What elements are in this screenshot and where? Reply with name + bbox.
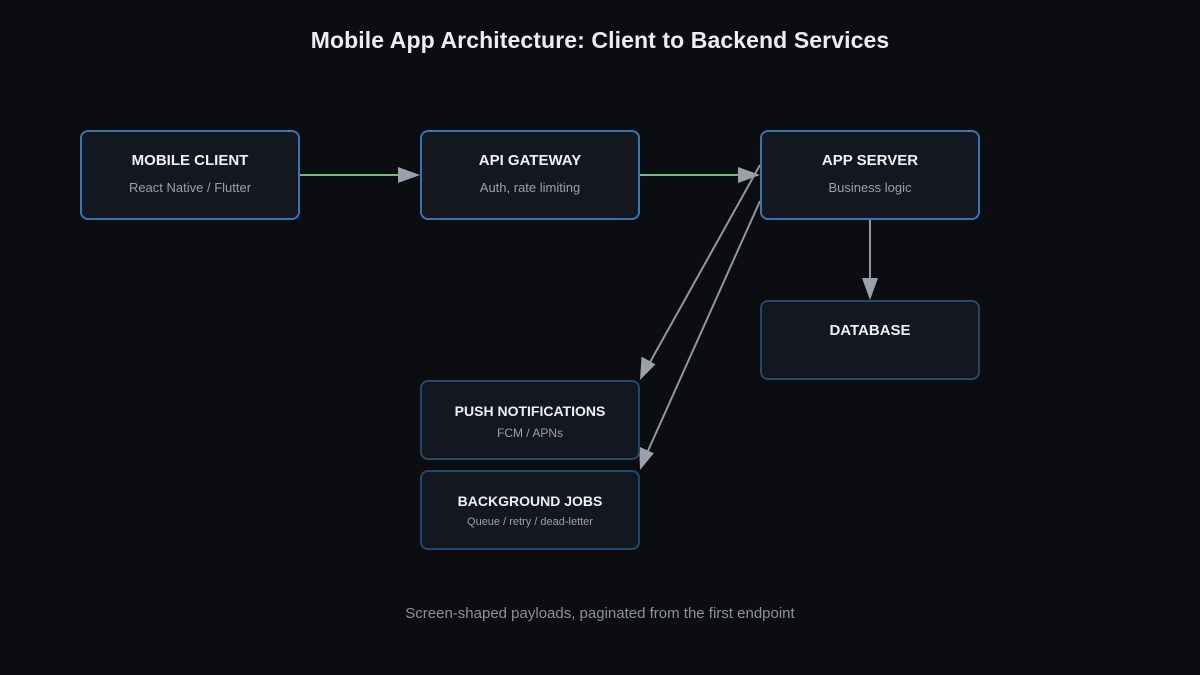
node-app-server: APP SERVER Business logic	[760, 130, 980, 220]
node-title: APP SERVER	[821, 152, 919, 169]
node-push-notifications: PUSH NOTIFICATIONS FCM / APNs	[420, 380, 640, 460]
node-subtitle: React Native / Flutter	[128, 180, 252, 195]
edge-mobile-client-to-api-gateway	[300, 167, 420, 183]
diagram-caption: Screen-shaped payloads, paginated from t…	[405, 605, 795, 622]
edge-app-server-to-database	[862, 220, 878, 300]
edge-app-server-to-push-notifications	[640, 164, 761, 380]
node-title: DATABASE	[829, 322, 911, 339]
node-subtitle: Business logic	[828, 180, 912, 195]
node-subtitle: FCM / APNs	[496, 426, 563, 440]
node-title: API GATEWAY	[478, 152, 582, 169]
node-title: PUSH NOTIFICATIONS	[454, 403, 606, 419]
node-title: MOBILE CLIENT	[131, 152, 249, 169]
node-subtitle: Auth, rate limiting	[479, 180, 581, 195]
edge-api-gateway-to-app-server	[640, 167, 760, 183]
node-api-gateway: API GATEWAY Auth, rate limiting	[420, 130, 640, 220]
node-title: BACKGROUND JOBS	[457, 493, 603, 509]
edge-app-server-to-background-jobs	[639, 200, 761, 470]
node-background-jobs: BACKGROUND JOBS Queue / retry / dead-let…	[420, 470, 640, 550]
edges-layer	[300, 164, 878, 470]
node-mobile-client: MOBILE CLIENT React Native / Flutter	[80, 130, 300, 220]
node-subtitle: Queue / retry / dead-letter	[467, 516, 593, 528]
node-database: DATABASE	[760, 300, 980, 380]
